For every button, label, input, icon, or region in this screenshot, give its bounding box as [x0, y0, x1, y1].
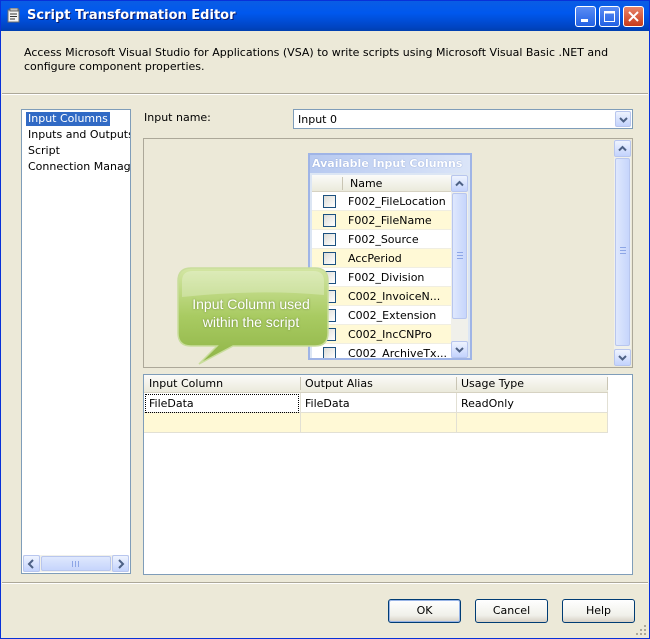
minimize-button[interactable]: [575, 6, 596, 27]
nav-item-connection-managers[interactable]: Connection Managers: [26, 160, 130, 174]
column-name: F002_FileLocation: [348, 195, 446, 208]
script-transformation-editor-window: Script Transformation Editor Access Micr…: [0, 0, 650, 639]
column-name: C002_ArchiveTx...: [348, 347, 448, 358]
scroll-up-button[interactable]: [614, 140, 631, 157]
cancel-button[interactable]: Cancel: [475, 599, 548, 623]
available-column-row[interactable]: F002_FileName: [312, 211, 451, 230]
minimize-icon: [581, 19, 588, 22]
callout-text: Input Column used within the script: [192, 296, 310, 330]
arrow-up-icon: [455, 180, 464, 187]
description-text: Access Microsoft Visual Studio for Appli…: [24, 46, 609, 73]
available-column-row[interactable]: AccPeriod: [312, 249, 451, 268]
help-button[interactable]: Help: [562, 599, 635, 623]
column-name: AccPeriod: [348, 252, 402, 265]
header-output-alias[interactable]: Output Alias: [305, 377, 373, 390]
arrow-left-icon: [27, 559, 34, 569]
cell-output-alias[interactable]: FileData: [305, 397, 350, 410]
available-input-columns-title: Available Input Columns: [310, 155, 470, 173]
input-name-combobox[interactable]: Input 0: [293, 109, 633, 129]
column-name: F002_Division: [348, 271, 425, 284]
arrow-right-icon: [118, 559, 125, 569]
column-checkbox[interactable]: [323, 233, 336, 246]
column-name: C002_InvoiceN...: [348, 290, 441, 303]
available-columns-scroll-thumb[interactable]: [452, 193, 467, 319]
header-input-column[interactable]: Input Column: [149, 377, 223, 390]
maximize-button[interactable]: [599, 6, 620, 27]
nav-item-input-columns[interactable]: Input Columns: [26, 112, 110, 126]
scroll-left-button[interactable]: [23, 555, 40, 572]
arrow-down-icon: [618, 355, 627, 361]
column-header-name: Name: [350, 177, 383, 190]
column-checkbox[interactable]: [323, 214, 336, 227]
arrow-up-icon: [618, 145, 627, 152]
title-bar[interactable]: Script Transformation Editor: [1, 1, 649, 31]
close-button[interactable]: [623, 6, 644, 27]
input-name-dropdown-button[interactable]: [615, 111, 631, 127]
nav-scroll-thumb[interactable]: [41, 556, 111, 571]
window-title: Script Transformation Editor: [27, 8, 236, 23]
available-input-columns-panel: Available Input Columns Name F002_FileLo…: [308, 153, 472, 360]
nav-item-script[interactable]: Script: [26, 144, 62, 158]
arrow-down-icon: [455, 347, 464, 353]
available-column-row[interactable]: C002_Extension: [312, 306, 451, 325]
available-column-row[interactable]: C002_IncCNPro: [312, 325, 451, 344]
new-row[interactable]: [144, 413, 608, 433]
selected-columns-header: Input Column Output Alias Usage Type: [144, 375, 608, 393]
column-checkbox[interactable]: [323, 252, 336, 265]
scroll-right-button[interactable]: [112, 555, 129, 572]
canvas-scroll-thumb[interactable]: [615, 158, 630, 346]
cell-focus-rectangle: [145, 394, 299, 413]
available-column-row[interactable]: F002_FileLocation: [312, 192, 451, 211]
ok-button[interactable]: OK: [388, 599, 461, 623]
page-navigation-list[interactable]: Input Columns Inputs and Outputs Script …: [21, 109, 131, 574]
close-icon: [628, 11, 639, 22]
chevron-down-icon: [619, 117, 628, 123]
nav-item-inputs-and-outputs[interactable]: Inputs and Outputs: [26, 128, 130, 142]
available-columns-scrollbar[interactable]: [451, 175, 468, 358]
available-columns-header: Name: [312, 175, 451, 192]
nav-horizontal-scrollbar[interactable]: [23, 555, 129, 572]
scroll-down-button[interactable]: [451, 341, 468, 358]
cell-usage-type[interactable]: ReadOnly: [461, 397, 514, 410]
available-column-row[interactable]: F002_Division: [312, 268, 451, 287]
maximize-icon: [604, 11, 615, 22]
script-component-icon: [7, 8, 20, 23]
selected-columns-grid[interactable]: Input Column Output Alias Usage Type Fil…: [143, 374, 633, 575]
scroll-up-button[interactable]: [451, 175, 468, 192]
input-name-value: Input 0: [298, 113, 337, 126]
scroll-down-button[interactable]: [614, 349, 631, 366]
column-name: C002_IncCNPro: [348, 328, 432, 341]
canvas-vertical-scrollbar[interactable]: [614, 140, 631, 366]
available-columns-grid[interactable]: Name F002_FileLocation F002_FileName F00…: [312, 175, 468, 358]
available-column-row[interactable]: C002_InvoiceN...: [312, 287, 451, 306]
column-checkbox[interactable]: [323, 195, 336, 208]
footer-separator: [2, 582, 648, 584]
header-separator: [2, 93, 648, 95]
available-column-row[interactable]: C002_ArchiveTx...: [312, 344, 451, 358]
column-name: F002_FileName: [348, 214, 432, 227]
resize-grip-icon[interactable]: [635, 624, 647, 636]
available-column-row[interactable]: F002_Source: [312, 230, 451, 249]
header-usage-type[interactable]: Usage Type: [461, 377, 524, 390]
input-name-label: Input name:: [144, 111, 211, 124]
column-name: F002_Source: [348, 233, 419, 246]
column-name: C002_Extension: [348, 309, 437, 322]
